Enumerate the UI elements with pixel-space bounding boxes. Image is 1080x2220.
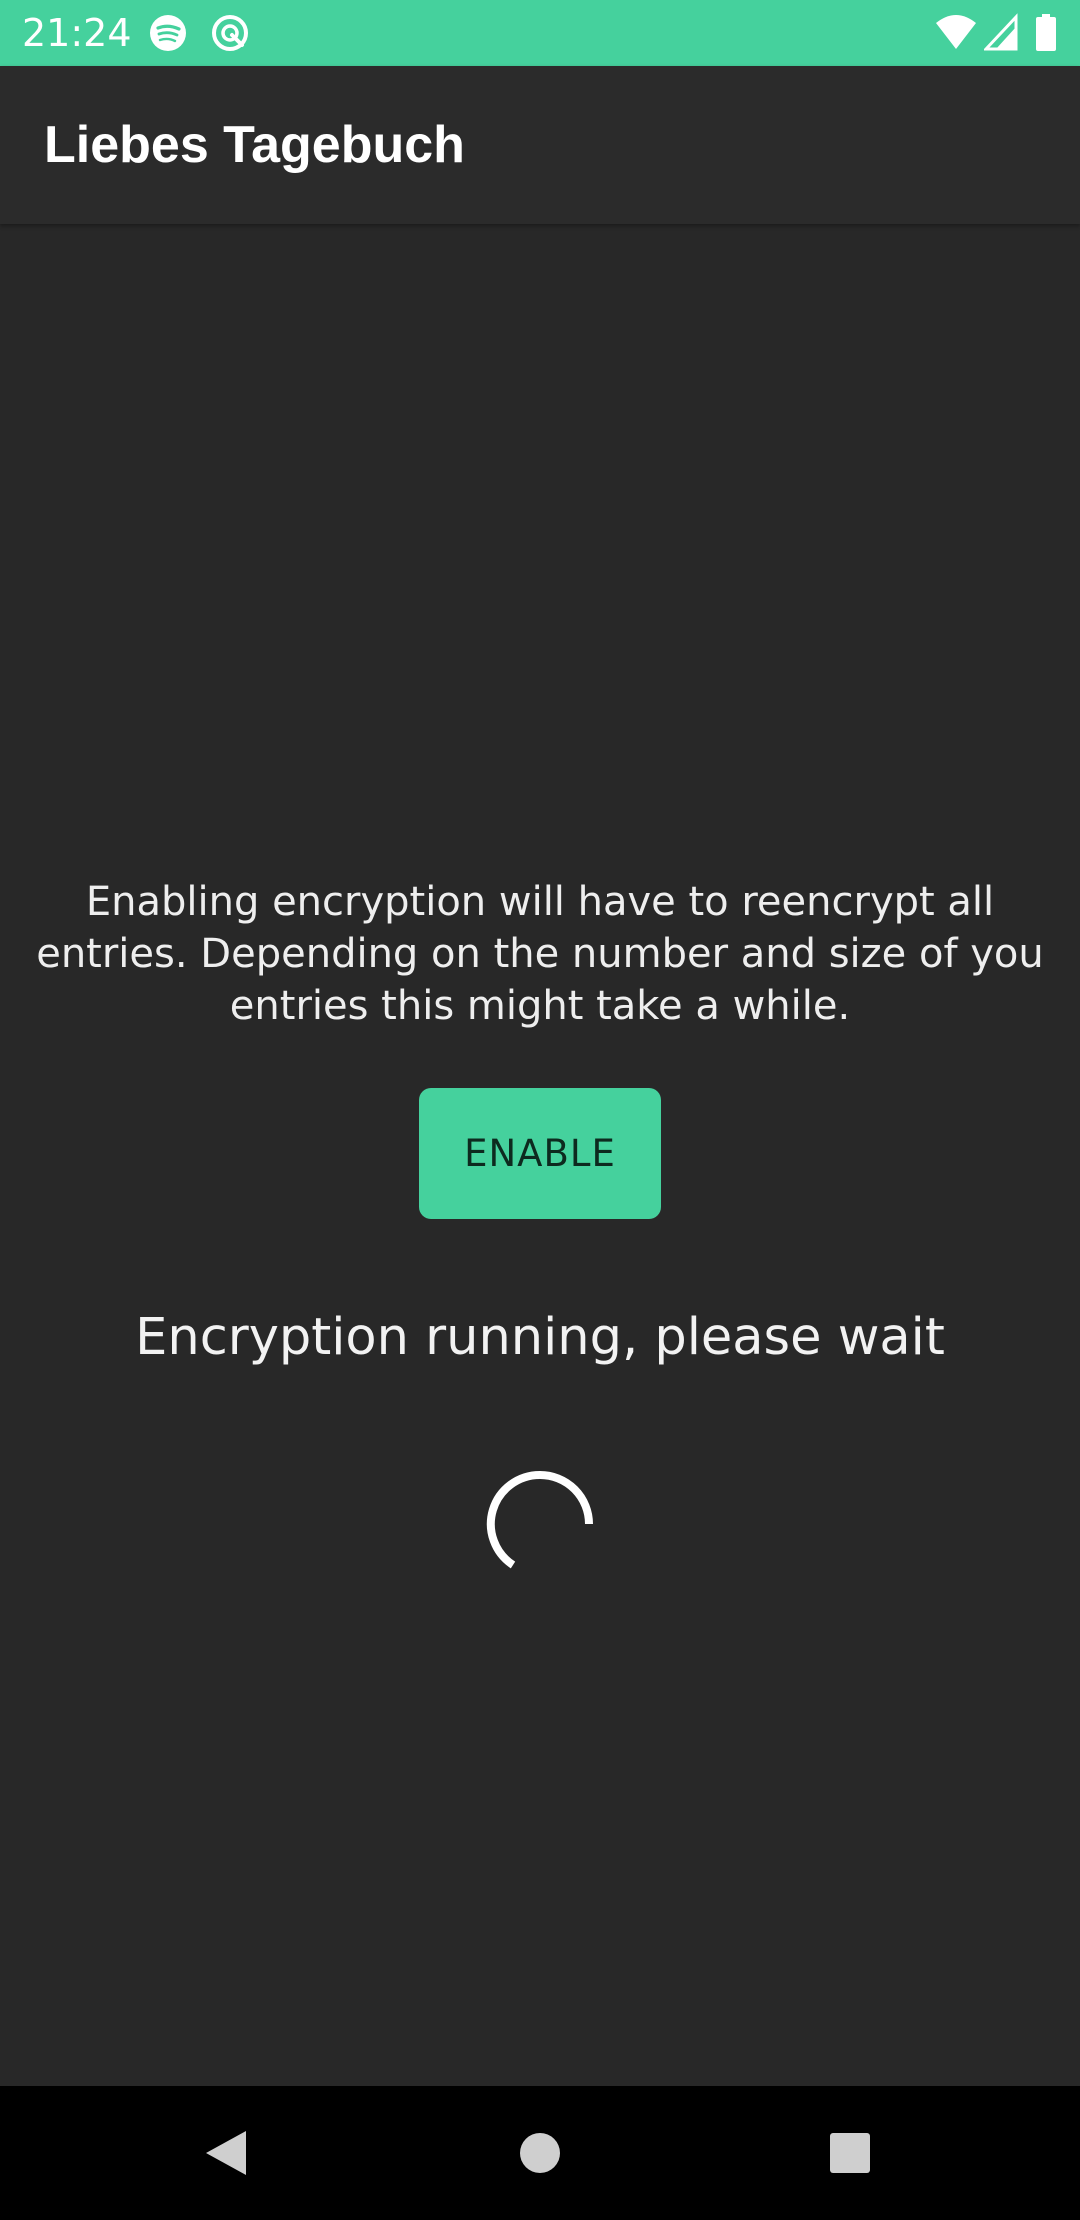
status-bar: 21:24 — [0, 0, 1080, 66]
enable-button[interactable]: ENABLE — [419, 1088, 661, 1219]
encryption-info-text: Enabling encryption will have to reencry… — [36, 879, 1044, 1029]
encryption-progress-text: Encryption running, please wait — [135, 1308, 945, 1367]
recents-icon[interactable] — [822, 2125, 878, 2181]
back-icon[interactable] — [198, 2125, 254, 2181]
app-title: Liebes Tagebuch — [44, 116, 465, 174]
spotify-icon — [148, 13, 188, 53]
loading-spinner-icon — [485, 1469, 595, 1579]
app-bar: Liebes Tagebuch — [0, 66, 1080, 224]
home-icon[interactable] — [512, 2125, 568, 2181]
main-content: Enabling encryption will have to reencry… — [0, 224, 1080, 2086]
app-notification-icon — [210, 13, 250, 53]
status-time: 21:24 — [22, 11, 132, 55]
battery-icon — [1034, 13, 1058, 53]
navigation-bar — [0, 2086, 1080, 2220]
wifi-icon — [934, 13, 978, 53]
signal-icon — [984, 13, 1018, 53]
screen: 21:24 Liebes Tagebuch Enabling encryptio… — [0, 0, 1080, 2220]
